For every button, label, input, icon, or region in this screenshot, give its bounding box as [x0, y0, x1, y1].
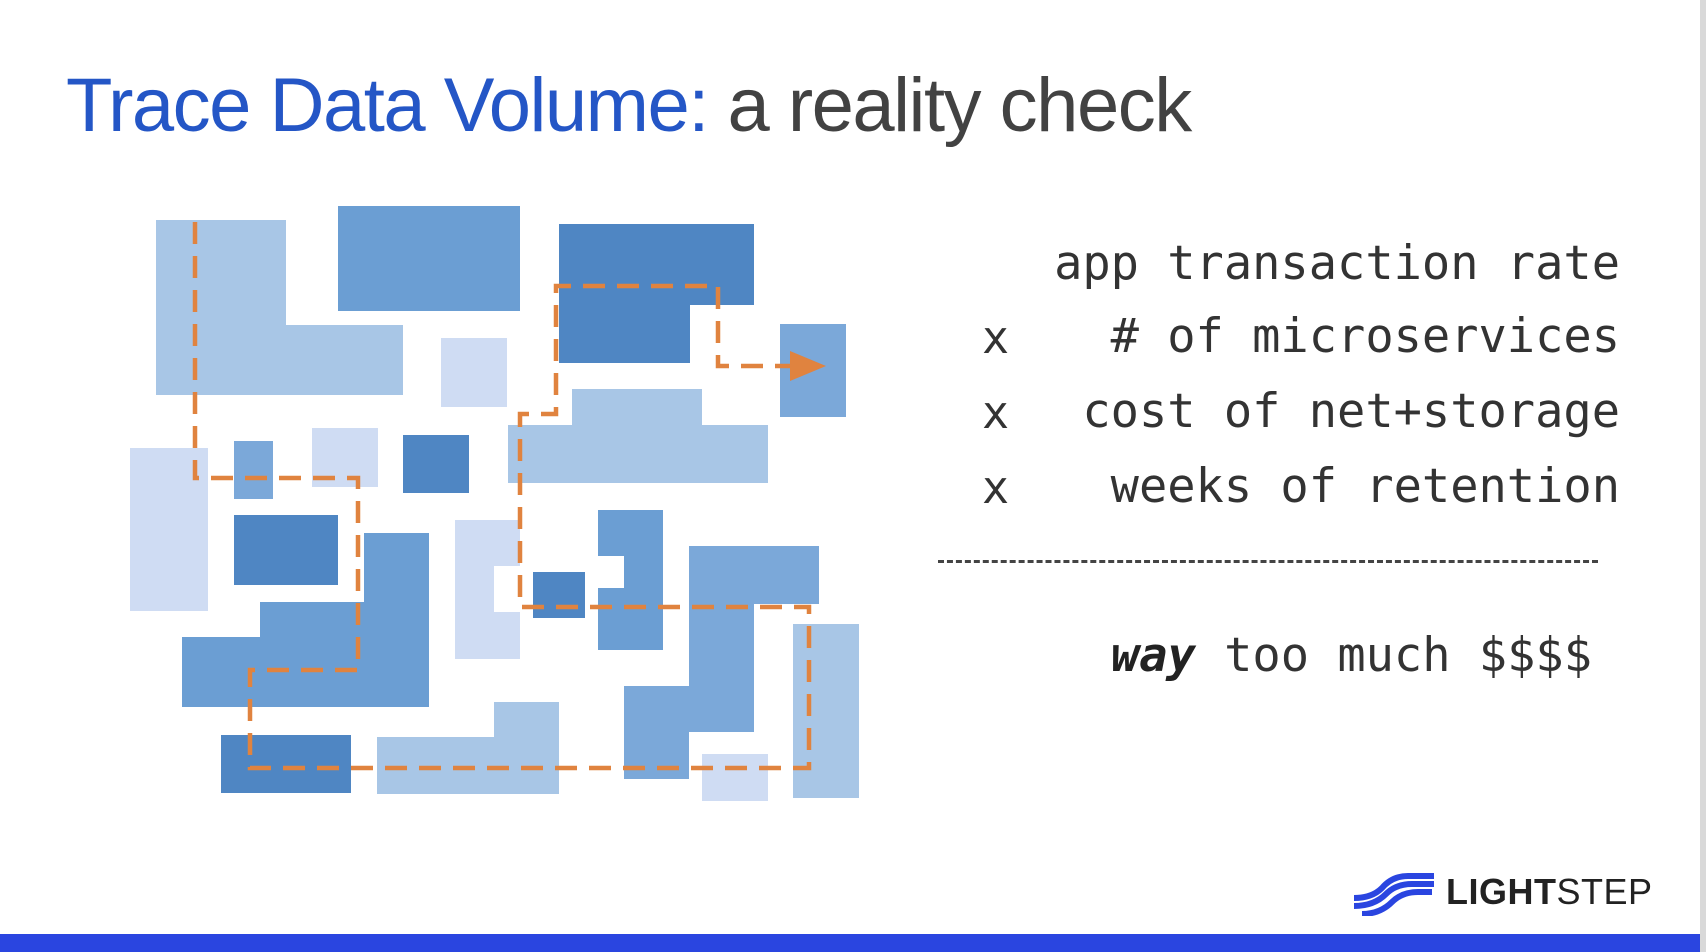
- formula-result: way too much $$$$: [1111, 628, 1592, 683]
- multiply-sign: x: [982, 386, 1010, 439]
- service-block: [234, 515, 338, 585]
- formula-line-transaction-rate: app transaction rate: [1054, 236, 1620, 291]
- service-block: [455, 520, 520, 659]
- service-block: [403, 435, 469, 493]
- bottom-accent-bar: [0, 934, 1700, 952]
- result-emphasis: way: [1110, 628, 1196, 683]
- service-block: [221, 735, 351, 793]
- formula-line-microservices: # of microservices: [1110, 309, 1620, 364]
- slide: Trace Data Volume: a reality check app t…: [0, 0, 1700, 952]
- service-block: [377, 702, 559, 794]
- formula-line-cost: cost of net+storage: [1082, 384, 1620, 439]
- lightstep-logo: LIGHTSTEP: [1352, 868, 1653, 916]
- multiply-sign: x: [982, 311, 1010, 364]
- service-block: [338, 206, 520, 311]
- service-block: [441, 338, 507, 407]
- service-block: [508, 389, 768, 483]
- logo-text-light: STEP: [1556, 871, 1653, 912]
- service-block: [559, 224, 754, 363]
- service-block: [533, 572, 585, 618]
- service-block: [793, 624, 859, 798]
- multiply-sign: x: [982, 461, 1010, 514]
- formula-divider: [938, 560, 1598, 563]
- formula-line-retention: weeks of retention: [1110, 459, 1620, 514]
- right-edge-border: [1700, 0, 1706, 952]
- logo-wordmark: LIGHTSTEP: [1446, 871, 1653, 913]
- service-block: [234, 441, 273, 499]
- service-block: [702, 754, 768, 801]
- logo-text-bold: LIGHT: [1446, 871, 1557, 912]
- microservices-diagram: [130, 206, 859, 801]
- service-block: [598, 510, 663, 650]
- lightstep-mark-icon: [1353, 873, 1434, 916]
- result-text: too much $$$$: [1195, 628, 1592, 683]
